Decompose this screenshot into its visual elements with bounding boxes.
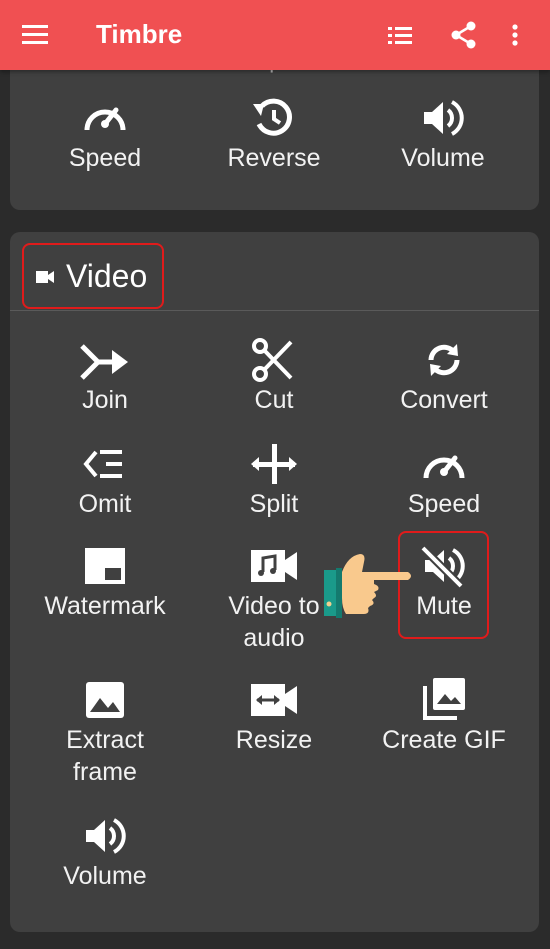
tool-label: Volume — [63, 862, 147, 890]
more-vert-icon[interactable] — [505, 18, 525, 52]
app-title: Timbre — [96, 19, 183, 49]
omit-icon — [78, 440, 132, 488]
speed-icon — [417, 440, 471, 488]
tool-create-gif[interactable]: Create GIF — [359, 676, 529, 756]
divider — [10, 310, 539, 311]
tool-label: Omit — [78, 490, 132, 518]
tool-resize[interactable]: Resize — [189, 676, 359, 756]
tool-label-line2: frame — [73, 758, 137, 786]
tool-volume-audio[interactable]: Volume — [358, 94, 528, 174]
tool-omit[interactable]: Omit — [20, 440, 190, 520]
tool-cut[interactable]: Cut — [189, 336, 359, 416]
tool-label: Speed — [407, 490, 481, 518]
pointing-hand-icon — [322, 548, 414, 620]
split-icon — [247, 440, 301, 488]
tool-label: Convert — [400, 386, 488, 414]
videocam-icon — [36, 268, 54, 286]
app-bar: Timbre — [0, 0, 550, 70]
tool-label: Cut — [254, 386, 294, 414]
convert-icon — [417, 336, 471, 384]
speed-icon — [78, 94, 132, 142]
tool-speed[interactable]: Speed — [359, 440, 529, 520]
tool-speed-audio[interactable]: Speed — [20, 94, 190, 174]
tool-volume[interactable]: Volume — [20, 812, 190, 892]
watermark-icon — [78, 542, 132, 590]
video-to-audio-icon — [247, 542, 301, 590]
tool-label: Resize — [235, 726, 313, 754]
tool-label: Watermark — [44, 592, 166, 620]
tool-join[interactable]: Join — [20, 336, 190, 416]
tool-label-line2: audio — [243, 624, 305, 652]
scissors-icon — [247, 336, 301, 384]
tool-label: Split — [249, 490, 299, 518]
volume-icon — [416, 94, 470, 142]
tool-label: Speed — [68, 144, 142, 172]
tool-label: Reverse — [227, 144, 321, 172]
tool-label: Create GIF — [382, 726, 506, 754]
tool-label: Volume — [401, 144, 485, 172]
gif-icon — [417, 676, 471, 724]
tool-extract-frame[interactable]: Extract frame — [20, 676, 190, 788]
tool-label: Join — [82, 386, 128, 414]
tool-reverse[interactable]: Reverse — [189, 94, 359, 174]
tool-label-line1: Extract — [66, 726, 144, 754]
video-section-title: Video — [66, 258, 148, 294]
join-icon — [78, 336, 132, 384]
tool-watermark[interactable]: Watermark — [20, 542, 190, 622]
image-icon — [78, 676, 132, 724]
tool-convert[interactable]: Convert — [359, 336, 529, 416]
resize-icon — [247, 676, 301, 724]
video-section-header: Video — [22, 243, 164, 309]
menu-icon[interactable] — [22, 22, 52, 48]
reverse-icon — [247, 94, 301, 142]
list-icon[interactable] — [385, 18, 417, 52]
share-icon[interactable] — [448, 18, 480, 52]
volume-icon — [78, 812, 132, 860]
tool-split[interactable]: Split — [189, 440, 359, 520]
